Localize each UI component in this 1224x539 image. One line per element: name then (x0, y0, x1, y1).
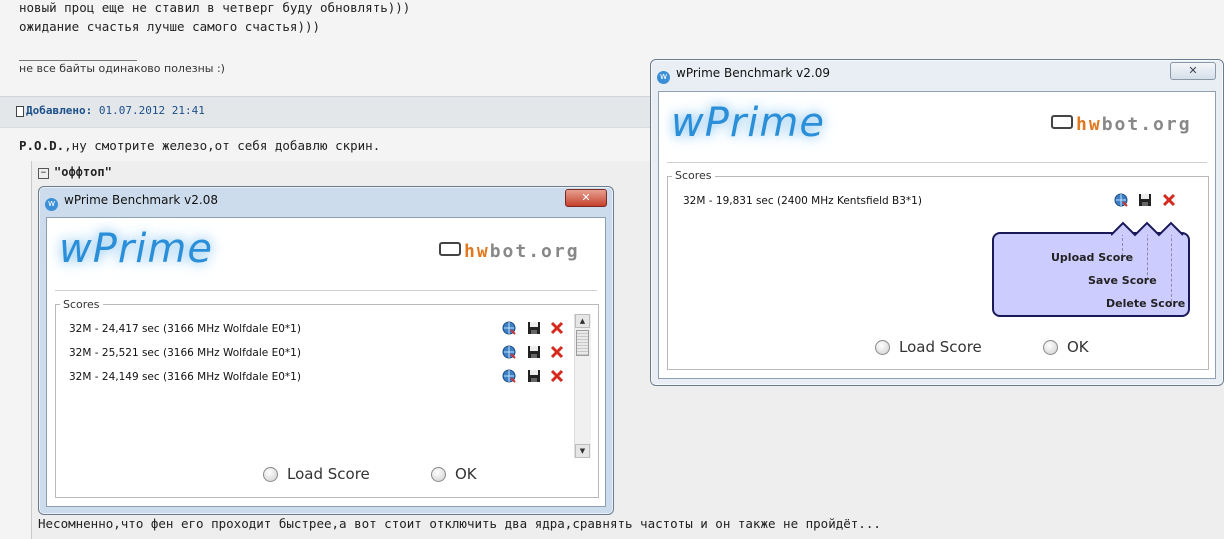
load-score-label: Load Score (899, 338, 982, 356)
hwbot-logo: hwbot.org (1051, 114, 1192, 135)
post-bottom-text: Несомненно,что фен его проходит быстрее,… (38, 516, 881, 531)
added-info: Добавлено: 01.07.2012 21:41 (26, 104, 205, 117)
author-ref[interactable]: P.O.D. (19, 138, 64, 153)
floppy-disk-icon[interactable] (1138, 193, 1152, 207)
scores-label: Scores (60, 298, 103, 311)
score-row-3[interactable]: 32M - 24,149 sec (3166 MHz Wolfdale E0*1… (69, 371, 301, 383)
hwbot-logo: hwbot.org (439, 241, 580, 262)
close-icon: ✕ (581, 191, 591, 204)
wprime-window-v208: w wPrime Benchmark v2.08 ✕ wPrime hwbot.o… (38, 186, 614, 515)
score-actions-popup: Upload Score Save Score Delete Score (992, 228, 1190, 317)
globe-upload-icon[interactable] (502, 345, 516, 359)
score-row-1[interactable]: 32M - 24,417 sec (3166 MHz Wolfdale E0*1… (69, 323, 301, 335)
ok-radio[interactable]: OK (1043, 338, 1089, 356)
scores-label: Scores (672, 169, 715, 182)
window-client: wPrime hwbot.org Scores 32M - 24,417 sec… (46, 217, 606, 507)
upload-score-item[interactable]: Upload Score (1051, 251, 1133, 264)
globe-upload-icon[interactable] (502, 321, 516, 335)
scroll-thumb[interactable] (576, 330, 589, 356)
collapse-icon[interactable]: − (38, 168, 49, 179)
wprime-logo: wPrime (59, 226, 213, 272)
radio-dot[interactable] (875, 339, 890, 355)
post-body: P.O.D.,ну смотрите железо,от себя добавл… (19, 138, 380, 153)
hwbot-robot-icon (439, 242, 461, 256)
ok-label: OK (455, 465, 477, 483)
spoiler-header[interactable]: − "оффтоп" (38, 165, 112, 179)
wprime-app-icon: w (45, 198, 58, 211)
wprime-app-icon: w (657, 71, 670, 84)
window-title-text: wPrime Benchmark v2.08 (64, 193, 218, 207)
header-separator (667, 162, 1207, 163)
score-row-2[interactable]: 32M - 25,521 sec (3166 MHz Wolfdale E0*1… (69, 347, 301, 359)
scroll-down-icon[interactable]: ▼ (575, 444, 590, 458)
hwbot-robot-icon (1051, 115, 1073, 129)
window-client: wPrime hwbot.org Scores 32M - 19,831 sec… (658, 91, 1216, 379)
post-body-text: ,ну смотрите железо,от себя добавлю скри… (64, 138, 381, 153)
post-line-2: ожидание счастья лучше самого счастья))) (19, 19, 321, 34)
scores-scrollbar[interactable]: ▲ ▼ (574, 314, 591, 458)
signature-divider (19, 60, 137, 61)
popup-guide-line (1171, 228, 1172, 302)
red-x-icon[interactable] (550, 345, 564, 359)
post-line-1: новый проц еще не ставил в четверг буду … (19, 0, 411, 15)
wprime-window-v209: w wPrime Benchmark v2.09 ✕ wPrime hwbot.o… (650, 59, 1224, 386)
ok-radio[interactable]: OK (431, 465, 477, 483)
score-row-1[interactable]: 32M - 19,831 sec (2400 MHz Kentsfield B3… (683, 195, 922, 207)
close-button[interactable]: ✕ (1170, 62, 1216, 80)
load-score-radio[interactable]: Load Score (263, 465, 370, 483)
floppy-disk-icon[interactable] (527, 369, 541, 383)
floppy-disk-icon[interactable] (527, 345, 541, 359)
close-button[interactable]: ✕ (565, 189, 607, 207)
window-title-text: wPrime Benchmark v2.09 (676, 66, 830, 80)
scroll-up-icon[interactable]: ▲ (575, 314, 590, 328)
save-score-item[interactable]: Save Score (1088, 274, 1157, 287)
window-title: w wPrime Benchmark v2.08 (45, 187, 218, 213)
signature: не все байты одинаково полезны :) (19, 62, 225, 75)
radio-dot[interactable] (1043, 339, 1058, 355)
wprime-logo: wPrime (671, 100, 825, 146)
red-x-icon[interactable] (550, 321, 564, 335)
floppy-disk-icon[interactable] (527, 321, 541, 335)
document-icon (16, 106, 24, 117)
red-x-icon[interactable] (550, 369, 564, 383)
load-score-radio[interactable]: Load Score (875, 338, 982, 356)
spoiler-title: "оффтоп" (54, 165, 112, 179)
radio-dot[interactable] (431, 466, 446, 482)
load-score-label: Load Score (287, 465, 370, 483)
delete-score-item[interactable]: Delete Score (1106, 297, 1185, 310)
window-title: w wPrime Benchmark v2.09 (657, 60, 830, 86)
header-separator (55, 290, 597, 291)
close-icon: ✕ (1188, 64, 1198, 77)
added-label: Добавлено: (26, 104, 93, 117)
popup-notch-shape (1111, 221, 1184, 237)
radio-dot[interactable] (263, 466, 278, 482)
ok-label: OK (1067, 338, 1089, 356)
globe-upload-icon[interactable] (1114, 193, 1128, 207)
red-x-icon[interactable] (1162, 193, 1176, 207)
added-date: 01.07.2012 21:41 (98, 104, 205, 117)
globe-upload-icon[interactable] (502, 369, 516, 383)
